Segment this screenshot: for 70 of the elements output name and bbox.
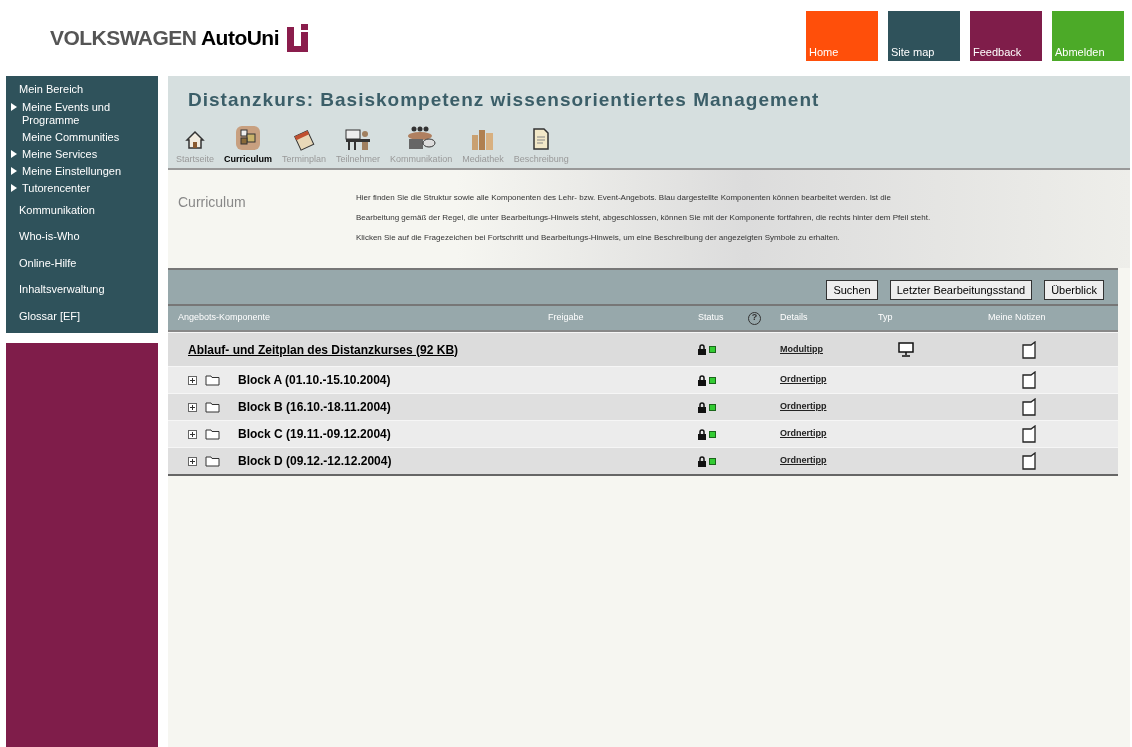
status-square [709,403,716,411]
details-link[interactable]: Modultipp [780,342,823,357]
details-link[interactable]: Ordnertipp [780,373,827,387]
column-header: Status [698,311,725,325]
sidebar-link[interactable]: Meine Events und Programme [22,98,132,129]
sidebar-link[interactable]: Meine Services [22,145,132,163]
details-link[interactable]: Ordnertipp [780,400,827,414]
logo-text: VOLKSWAGEN AutoUni [50,25,279,51]
column-header: Freigabe [548,311,585,325]
nav-tile[interactable]: Feedback [970,11,1042,61]
lock-icon [698,428,706,440]
description-text: Hier finden Sie die Struktur sowie alle Komponenten des Lehr- bzw. Event-Angebots. Blau dargestellte Komponenten können bearbeitet werden. Ist die [356,192,892,204]
sidebar-link[interactable]: Who-is-Who [8,223,158,250]
arrow-icon [11,102,17,111]
sidebar-link[interactable]: Online-Hilfe [8,249,158,276]
expand-icon[interactable] [188,429,197,439]
note-icon[interactable] [1022,398,1036,416]
folder-name: Block D (09.12.-12.12.2004) [238,453,392,470]
meeting-icon [405,124,438,151]
sidebar-link[interactable]: Meine Einstellungen [22,162,132,180]
lock-icon [698,374,706,386]
column-header: Angebots-Komponente [177,311,272,325]
action-button[interactable]: Letzter Bearbeitungsstand [889,279,1033,300]
details-link[interactable]: Ordnertipp [780,454,827,468]
lock-icon [698,455,706,467]
house-icon [184,128,206,151]
sidebar-link[interactable]: Meine Communities [22,128,132,146]
toolbar-tab[interactable]: Curriculum [222,124,275,166]
blocks-icon [235,124,262,151]
monitor-icon [898,341,914,357]
sidebar-link[interactable]: Kommunikation [8,196,158,223]
folder-name: Block B (16.10.-18.11.2004) [238,399,391,416]
note-icon[interactable] [1022,425,1036,443]
expand-icon[interactable] [188,375,197,385]
sidebar-link[interactable]: Inhaltsverwaltung [8,276,158,303]
action-button[interactable]: Überblick [1044,279,1104,300]
module-link[interactable]: Ablauf- und Zeitplan des Distanzkurses (92 KB) [188,340,459,359]
column-header: Details [780,311,809,325]
folder-icon [205,401,220,413]
lock-icon [698,344,706,355]
document-icon [531,126,552,151]
action-button[interactable]: Suchen [826,279,878,300]
expand-icon[interactable] [188,402,197,412]
logo-icon [286,23,311,52]
details-link[interactable]: Ordnertipp [780,427,827,441]
course-title: Distanzkurs: Basiskompetenz wissensorientiertes Management [187,88,821,112]
status-square [709,346,716,353]
status-square [709,376,716,384]
note-icon[interactable] [1022,371,1036,389]
section-title: Curriculum [178,193,247,212]
sidebar-link[interactable]: Tutorencenter [22,179,132,197]
people-at-table-icon [344,126,373,151]
note-icon[interactable] [1022,452,1036,470]
folder-name: Block A (01.10.-15.10.2004) [238,372,391,389]
folder-icon [205,428,220,440]
description-text: Klicken Sie auf die Fragezeichen bei Fortschritt und Bearbeitungs-Hinweis, um eine Beschreibung der angezeigten Symbole zu erhalten. [356,232,841,244]
folder-icon [205,455,220,467]
note-icon[interactable] [1022,340,1036,359]
status-square [709,457,716,465]
nav-tile[interactable]: Site map [888,11,960,61]
sidebar-link[interactable]: Mein Bereich [8,80,158,99]
lock-icon [698,401,706,413]
folder-name: Block C (19.11.-09.12.2004) [238,426,391,443]
column-header: Meine Notizen [988,311,1047,325]
description-text: Bearbeitung gemäß der Regel, die unter Bearbeitungs-Hinweis steht, abgeschlossen, können Sie mit der Komponente fortfahren, die rechts hinter dem Pfeil steht. [356,212,931,224]
expand-icon[interactable] [188,456,197,466]
sidebar-link[interactable]: Glossar [EF] [8,302,158,329]
status-square [709,430,716,438]
column-header: Typ [878,311,894,325]
folder-icon [205,374,220,386]
